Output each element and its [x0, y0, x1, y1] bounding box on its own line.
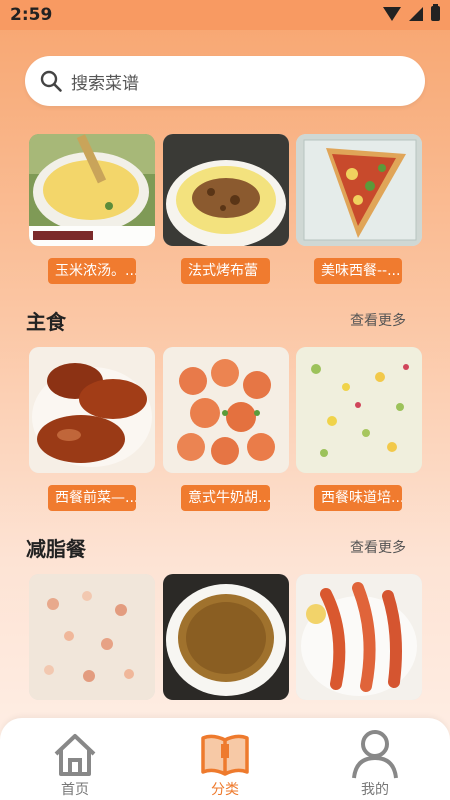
italian-dish-image	[163, 347, 289, 473]
recipe-card-fried-rice[interactable]	[296, 347, 422, 473]
recipe-card-corn-soup[interactable]	[29, 134, 155, 246]
recipe-label: 玉米浓汤。...	[48, 258, 136, 284]
nav-category[interactable]: 分类	[180, 724, 270, 800]
wifi-icon	[383, 6, 401, 21]
recipe-label: 美味西餐--...	[314, 258, 402, 284]
diet-sauce-image	[163, 574, 289, 700]
pizza-image	[296, 134, 422, 246]
nav-home[interactable]: 首页	[30, 724, 120, 800]
recipe-card-chicken-wings[interactable]	[29, 347, 155, 473]
section-title-diet: 减脂餐	[26, 537, 86, 561]
nav-label-category: 分类	[211, 782, 239, 798]
bottom-navigation: 首页 分类 我的	[0, 718, 450, 800]
see-more-staple-link[interactable]: 查看更多	[350, 310, 406, 330]
search-placeholder: 搜索菜谱	[71, 73, 139, 94]
recipe-card-diet-2[interactable]	[163, 574, 289, 700]
recipe-label: 西餐味道培...	[314, 485, 402, 511]
user-icon	[352, 730, 398, 779]
status-icons	[383, 4, 440, 21]
see-more-diet-link[interactable]: 查看更多	[350, 537, 406, 557]
recipe-card-creme-brulee[interactable]	[163, 134, 289, 246]
corn-soup-image	[29, 134, 155, 246]
recipe-card-western-pizza[interactable]	[296, 134, 422, 246]
status-time: 2:59	[10, 5, 53, 25]
battery-icon	[431, 4, 440, 21]
recipe-card-italian-dish[interactable]	[163, 347, 289, 473]
diet-rice-image	[29, 574, 155, 700]
chicken-wings-image	[29, 347, 155, 473]
recipe-card-diet-1[interactable]	[29, 574, 155, 700]
book-icon	[201, 734, 249, 776]
recipe-label: 法式烤布蕾	[181, 258, 270, 284]
fried-rice-image	[296, 347, 422, 473]
recipe-label: 意式牛奶胡...	[181, 485, 270, 511]
nav-label-mine: 我的	[361, 782, 389, 798]
search-icon	[40, 70, 62, 92]
recipe-label: 西餐前菜—...	[48, 485, 136, 511]
recipe-card-diet-3[interactable]	[296, 574, 422, 700]
shrimp-image	[296, 574, 422, 700]
home-icon	[54, 734, 96, 776]
status-bar: 2:59	[0, 0, 450, 30]
section-title-staple: 主食	[26, 310, 66, 334]
nav-label-home: 首页	[61, 782, 89, 798]
nav-mine[interactable]: 我的	[330, 724, 420, 800]
signal-icon	[409, 6, 423, 21]
search-input[interactable]: 搜索菜谱	[25, 56, 425, 106]
creme-brulee-image	[163, 134, 289, 246]
